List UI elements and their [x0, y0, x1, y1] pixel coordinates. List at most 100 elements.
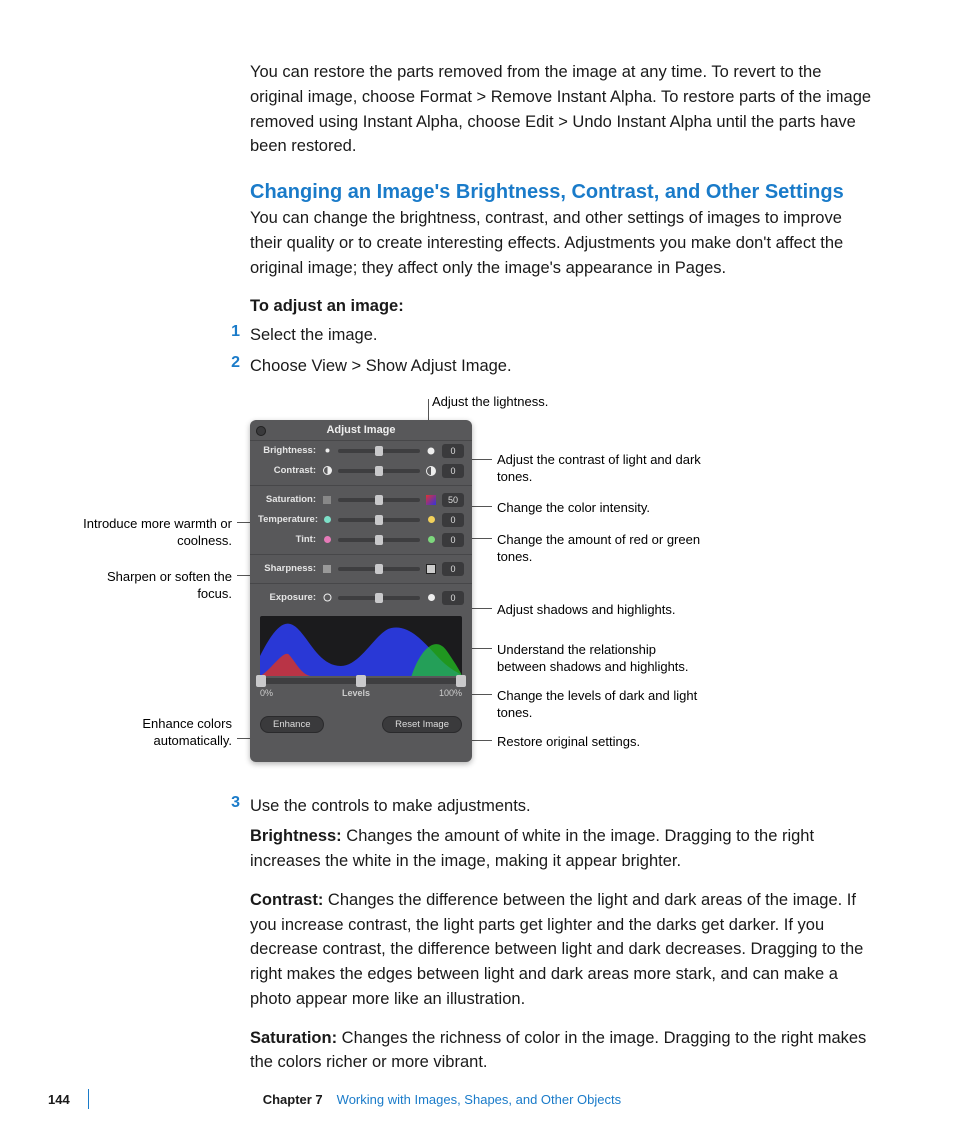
callout-understand: Understand the relationship between shad…: [497, 641, 707, 676]
sharpness-value[interactable]: 0: [442, 562, 464, 576]
step-number: 2: [220, 354, 240, 379]
temperature-row: Temperature: 0: [250, 510, 472, 530]
step-list-continued: 3 Use the controls to make adjustments.: [250, 794, 872, 819]
step-number: 1: [220, 323, 240, 348]
callout-line: [472, 740, 492, 741]
callout-shadows: Adjust shadows and highlights.: [497, 601, 707, 619]
panel-buttons: Enhance Reset Image: [250, 698, 472, 743]
slider-label: Temperature:: [258, 514, 316, 525]
callout-warmth: Introduce more warmth or coolness.: [82, 515, 232, 550]
saturation-row: Saturation: 50: [250, 490, 472, 510]
histogram: [260, 616, 462, 676]
list-item: 3 Use the controls to make adjustments.: [250, 794, 872, 819]
levels-label: Levels: [342, 688, 370, 698]
term-text: Changes the richness of color in the ima…: [250, 1029, 866, 1072]
brightness-value[interactable]: 0: [442, 444, 464, 458]
callout-line: [472, 648, 492, 649]
panel-title: Adjust Image: [250, 420, 472, 441]
exposure-high-icon: [426, 593, 436, 603]
callout-line: [472, 506, 492, 507]
divider: [250, 485, 472, 486]
heading-paragraph: You can change the brightness, contrast,…: [250, 206, 872, 280]
levels-slider[interactable]: [260, 678, 462, 684]
reset-image-button[interactable]: Reset Image: [382, 716, 462, 733]
step-number: 3: [220, 794, 240, 819]
temperature-value[interactable]: 0: [442, 513, 464, 527]
callout-line: [472, 538, 492, 539]
contrast-row: Contrast: 0: [250, 461, 472, 481]
term: Saturation:: [250, 1029, 337, 1047]
term: Contrast:: [250, 891, 323, 909]
footer-divider: [88, 1089, 89, 1109]
term: Brightness:: [250, 827, 342, 845]
saturation-low-icon: [322, 495, 332, 505]
page-number: 144: [48, 1092, 70, 1107]
sharpness-slider[interactable]: [338, 567, 420, 571]
step-text: Select the image.: [250, 323, 378, 348]
enhance-button[interactable]: Enhance: [260, 716, 324, 733]
slider-label: Tint:: [258, 534, 316, 545]
definition-contrast: Contrast: Changes the difference between…: [250, 888, 872, 1012]
exposure-row: Exposure: 0: [250, 588, 472, 608]
contrast-low-icon: [322, 466, 332, 476]
slider-label: Saturation:: [258, 494, 316, 505]
sun-small-icon: [322, 446, 332, 456]
close-icon[interactable]: [256, 426, 266, 436]
step-text: Choose View > Show Adjust Image.: [250, 354, 512, 379]
divider: [250, 554, 472, 555]
sharpness-row: Sharpness: 0: [250, 559, 472, 579]
contrast-high-icon: [426, 466, 436, 476]
intro-paragraph: You can restore the parts removed from t…: [250, 60, 872, 159]
figure-adjust-image: Adjust the lightness. Introduce more war…: [82, 385, 872, 780]
tint-magenta-icon: [322, 535, 332, 545]
contrast-slider[interactable]: [338, 469, 420, 473]
list-item: 1 Select the image.: [250, 323, 872, 348]
page-footer: 144 Chapter 7 Working with Images, Shape…: [0, 1089, 954, 1109]
levels-left: 0%: [260, 688, 273, 698]
contrast-value[interactable]: 0: [442, 464, 464, 478]
slider-label: Sharpness:: [258, 563, 316, 574]
saturation-high-icon: [426, 495, 436, 505]
tint-slider[interactable]: [338, 538, 420, 542]
exposure-low-icon: [322, 593, 332, 603]
sharp-icon: [426, 564, 436, 574]
tint-value[interactable]: 0: [442, 533, 464, 547]
section-heading: Changing an Image's Brightness, Contrast…: [250, 181, 872, 204]
callout-contrast: Adjust the contrast of light and dark to…: [497, 451, 707, 486]
tint-green-icon: [426, 535, 436, 545]
slider-label: Exposure:: [258, 592, 316, 603]
callout-enhance: Enhance colors automatically.: [82, 715, 232, 750]
chapter-label: Chapter 7: [263, 1092, 323, 1107]
temperature-slider[interactable]: [338, 518, 420, 522]
tint-row: Tint: 0: [250, 530, 472, 550]
brightness-row: Brightness: 0: [250, 441, 472, 461]
callout-sharpen: Sharpen or soften the focus.: [82, 568, 232, 603]
callout-line: [472, 608, 492, 609]
callout-line: [472, 459, 492, 460]
saturation-slider[interactable]: [338, 498, 420, 502]
term-text: Changes the difference between the light…: [250, 891, 863, 1008]
blur-icon: [322, 564, 332, 574]
callout-line: [472, 694, 492, 695]
exposure-value[interactable]: 0: [442, 591, 464, 605]
sun-large-icon: [426, 446, 436, 456]
definition-brightness: Brightness: Changes the amount of white …: [250, 824, 872, 874]
step-text: Use the controls to make adjustments.: [250, 794, 531, 819]
callout-redgreen: Change the amount of red or green tones.: [497, 531, 707, 566]
callout-intensity: Change the color intensity.: [497, 499, 707, 517]
callout-restore: Restore original settings.: [497, 733, 707, 751]
panel-title-text: Adjust Image: [326, 424, 395, 436]
callout-lightness: Adjust the lightness.: [432, 393, 548, 411]
exposure-slider[interactable]: [338, 596, 420, 600]
warm-icon: [426, 515, 436, 525]
definition-saturation: Saturation: Changes the richness of colo…: [250, 1026, 872, 1076]
chapter-title: Working with Images, Shapes, and Other O…: [337, 1092, 621, 1107]
callout-levels: Change the levels of dark and light tone…: [497, 687, 707, 722]
procedure-title: To adjust an image:: [250, 294, 872, 319]
slider-label: Contrast:: [258, 465, 316, 476]
slider-label: Brightness:: [258, 445, 316, 456]
adjust-image-panel: Adjust Image Brightness: 0 Contrast: 0 S…: [250, 420, 472, 762]
saturation-value[interactable]: 50: [442, 493, 464, 507]
cool-icon: [322, 515, 332, 525]
brightness-slider[interactable]: [338, 449, 420, 453]
